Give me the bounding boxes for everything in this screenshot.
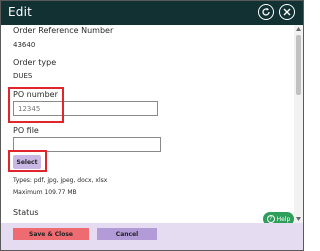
dialog-title: Edit	[8, 5, 33, 19]
close-icon[interactable]	[279, 4, 295, 20]
scroll-up-icon[interactable]	[294, 25, 303, 33]
order-reference-value: 43640	[13, 41, 36, 49]
file-types-text: Types: pdf, jpg, jpeg, docx, xlsx	[13, 177, 108, 184]
refresh-icon[interactable]	[258, 4, 274, 20]
edit-dialog: Edit Order Reference Number 43640 Order …	[0, 0, 304, 251]
dialog-footer: Save & Close Cancel	[1, 223, 303, 250]
dialog-titlebar: Edit	[1, 1, 303, 25]
save-close-button[interactable]: Save & Close	[13, 228, 89, 240]
order-reference-label: Order Reference Number	[13, 26, 114, 35]
status-label: Status	[13, 208, 39, 217]
order-type-label: Order type	[13, 58, 57, 67]
dialog-content: Order Reference Number 43640 Order type …	[1, 25, 294, 223]
help-icon: ?	[266, 215, 275, 223]
scroll-down-icon[interactable]	[294, 215, 303, 223]
cancel-button[interactable]: Cancel	[97, 228, 157, 240]
max-size-text: Maximum 109.77 MB	[13, 189, 77, 196]
order-type-value: DUES	[13, 72, 33, 80]
po-file-label: PO file	[13, 126, 39, 135]
vertical-scrollbar[interactable]	[294, 25, 303, 223]
po-number-highlight	[8, 87, 64, 123]
scroll-thumb[interactable]	[296, 35, 301, 95]
select-file-highlight	[8, 150, 47, 172]
help-label: Help	[276, 215, 291, 223]
